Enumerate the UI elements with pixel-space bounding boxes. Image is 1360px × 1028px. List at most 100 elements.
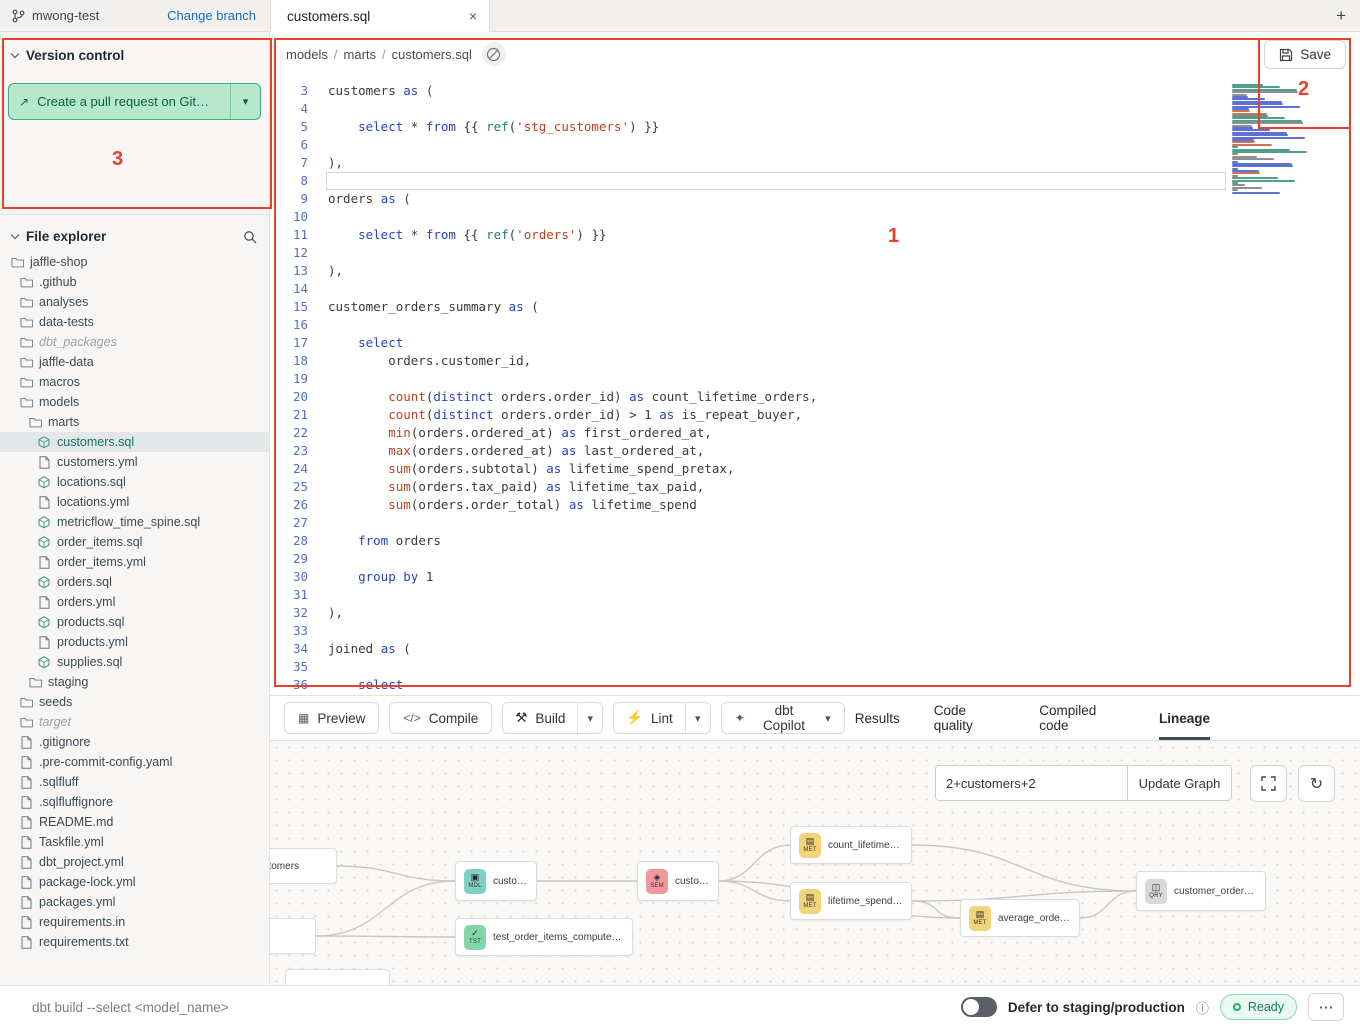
code-line[interactable] [328,622,1230,640]
lineage-node-orders[interactable]: orders [270,918,316,954]
code-line[interactable] [328,370,1230,388]
tree-item-.github[interactable]: .github [0,272,269,292]
tree-item-jaffle-shop[interactable]: jaffle-shop [0,252,269,272]
code-line[interactable]: orders as ( [328,190,1230,208]
code-line[interactable]: sum(orders.order_total) as lifetime_spen… [328,496,1230,514]
code-line[interactable]: count(distinct orders.order_id) as count… [328,388,1230,406]
close-icon[interactable]: × [469,9,477,23]
preview-button[interactable]: ▦ Preview [284,702,379,734]
lineage-node-customers_semantic[interactable]: ◈SEMcustomers [637,861,719,901]
tree-item-.sqlfluff[interactable]: .sqlfluff [0,772,269,792]
lint-button[interactable]: ⚡ Lint [614,703,685,733]
code-line[interactable]: ), [328,262,1230,280]
tree-item-orders.sql[interactable]: orders.sql [0,572,269,592]
tree-item-.sqlfluffignore[interactable]: .sqlfluffignore [0,792,269,812]
code-line[interactable]: customer_orders_summary as ( [328,298,1230,316]
tree-item-analyses[interactable]: analyses [0,292,269,312]
code-line[interactable]: select [328,334,1230,352]
copilot-icon[interactable] [482,42,506,66]
tree-item-customers.yml[interactable]: customers.yml [0,452,269,472]
code-line[interactable] [328,280,1230,298]
tree-item-.pre-commit-config.yaml[interactable]: .pre-commit-config.yaml [0,752,269,772]
fullscreen-icon[interactable] [1250,765,1287,802]
lineage-node-test_order_items[interactable]: ✓TSTtest_order_items_compute_to_bools… [455,918,633,956]
code-line[interactable] [328,658,1230,676]
tree-item-macros[interactable]: macros [0,372,269,392]
code-line[interactable]: select * from {{ ref('orders') }} [328,226,1230,244]
tree-item-seeds[interactable]: seeds [0,692,269,712]
tree-item-requirements.in[interactable]: requirements.in [0,912,269,932]
tab-results[interactable]: Results [855,696,900,740]
code-line[interactable]: sum(orders.tax_paid) as lifetime_tax_pai… [328,478,1230,496]
tab-code-quality[interactable]: Code quality [934,696,1005,740]
tree-item-requirements.txt[interactable]: requirements.txt [0,932,269,952]
code-line[interactable] [328,316,1230,334]
tree-item-locations.sql[interactable]: locations.sql [0,472,269,492]
lineage-node-stg_customers[interactable]: stg_customers [270,848,337,884]
more-menu-button[interactable]: ⋯ [1308,993,1344,1021]
code-line[interactable]: min(orders.ordered_at) as first_ordered_… [328,424,1230,442]
build-dropdown-button[interactable]: ▾ [577,703,602,733]
tab-compiled-code[interactable]: Compiled code [1039,696,1125,740]
search-icon[interactable] [243,230,257,244]
code-line[interactable] [328,244,1230,262]
lineage-node-count_lifetime_orders[interactable]: ▤METcount_lifetime_orders [790,826,912,864]
code-line[interactable]: ), [328,604,1230,622]
code-line[interactable]: select * from {{ ref('stg_customers') }} [328,118,1230,136]
tree-item-packages.yml[interactable]: packages.yml [0,892,269,912]
lineage-node-partial_node[interactable] [285,969,390,985]
code-line[interactable] [328,208,1230,226]
tab-lineage[interactable]: Lineage [1159,696,1210,740]
code-editor[interactable]: 3456789101112131415161718192021222324252… [270,76,1360,695]
code-line[interactable] [328,136,1230,154]
tree-item-dbt_project.yml[interactable]: dbt_project.yml [0,852,269,872]
tree-item-staging[interactable]: staging [0,672,269,692]
tree-item-order_items.sql[interactable]: order_items.sql [0,532,269,552]
lint-dropdown-button[interactable]: ▾ [685,703,710,733]
lineage-node-average_order_value[interactable]: ▤METaverage_order_value [960,899,1080,937]
file-explorer-header[interactable]: File explorer [0,215,269,252]
tree-item-products.yml[interactable]: products.yml [0,632,269,652]
tree-item-supplies.sql[interactable]: supplies.sql [0,652,269,672]
create-pr-dropdown-button[interactable]: ▾ [230,84,260,119]
minimap[interactable] [1232,84,1322,194]
code-line[interactable]: joined as ( [328,640,1230,658]
new-tab-button[interactable]: + [1322,0,1360,31]
tree-item-marts[interactable]: marts [0,412,269,432]
save-button[interactable]: Save [1264,40,1346,69]
defer-toggle[interactable] [961,997,997,1017]
code-line[interactable] [328,514,1230,532]
tree-item-order_items.yml[interactable]: order_items.yml [0,552,269,572]
dbt-copilot-button[interactable]: ✦ dbt Copilot ▾ [721,702,845,734]
tree-item-package-lock.yml[interactable]: package-lock.yml [0,872,269,892]
compile-button[interactable]: </> Compile [389,702,492,734]
tree-item-target[interactable]: target [0,712,269,732]
code-line[interactable] [328,550,1230,568]
code-line[interactable]: orders.customer_id, [328,352,1230,370]
code-line[interactable] [328,100,1230,118]
lineage-node-customers_model[interactable]: ▣MDLcustomers [455,861,537,901]
code-line[interactable]: select [328,676,1230,694]
code-line[interactable]: from orders [328,532,1230,550]
lineage-node-customer_order_metrics[interactable]: ◫QRYcustomer_order_metrics [1136,871,1266,911]
tree-item-Taskfile.yml[interactable]: Taskfile.yml [0,832,269,852]
code-line[interactable]: sum(orders.subtotal) as lifetime_spend_p… [328,460,1230,478]
tree-item-locations.yml[interactable]: locations.yml [0,492,269,512]
code-line[interactable]: group by 1 [328,568,1230,586]
tree-item-data-tests[interactable]: data-tests [0,312,269,332]
tree-item-orders.yml[interactable]: orders.yml [0,592,269,612]
tree-item-metricflow_time_spine.sql[interactable]: metricflow_time_spine.sql [0,512,269,532]
code-line[interactable]: max(orders.ordered_at) as last_ordered_a… [328,442,1230,460]
code-line[interactable]: count(distinct orders.order_id) > 1 as i… [328,406,1230,424]
lineage-search-input[interactable] [935,765,1128,801]
code-line[interactable]: ), [328,154,1230,172]
code-line[interactable]: customers as ( [328,82,1230,100]
tree-item-models[interactable]: models [0,392,269,412]
breadcrumb-marts[interactable]: marts [344,47,377,62]
tree-item-dbt_packages[interactable]: dbt_packages [0,332,269,352]
breadcrumb-models[interactable]: models [286,47,328,62]
build-button[interactable]: ⚒ Build [503,703,577,733]
create-pr-button[interactable]: ↗ Create a pull request on Git… [9,84,230,119]
lineage-node-lifetime_spend_pretax[interactable]: ▤METlifetime_spend_pretax [790,882,912,920]
code-line[interactable] [328,586,1230,604]
